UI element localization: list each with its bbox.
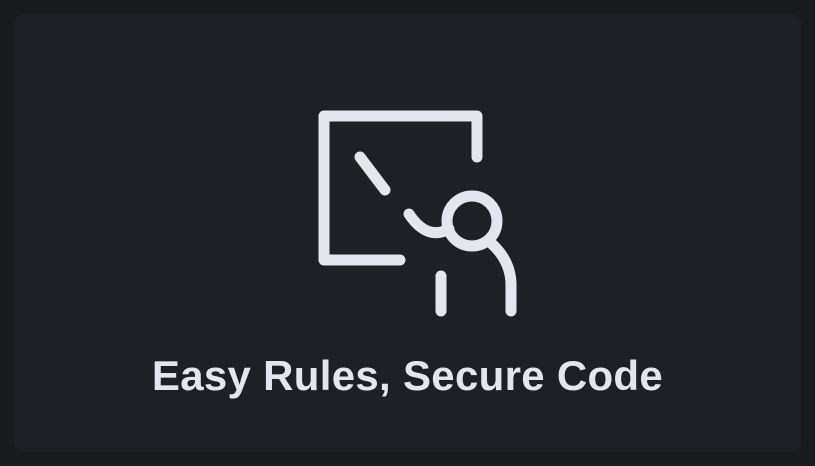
feature-card: Easy Rules, Secure Code (14, 14, 801, 452)
teacher-at-board-icon (304, 98, 534, 328)
card-title: Easy Rules, Secure Code (151, 352, 664, 399)
